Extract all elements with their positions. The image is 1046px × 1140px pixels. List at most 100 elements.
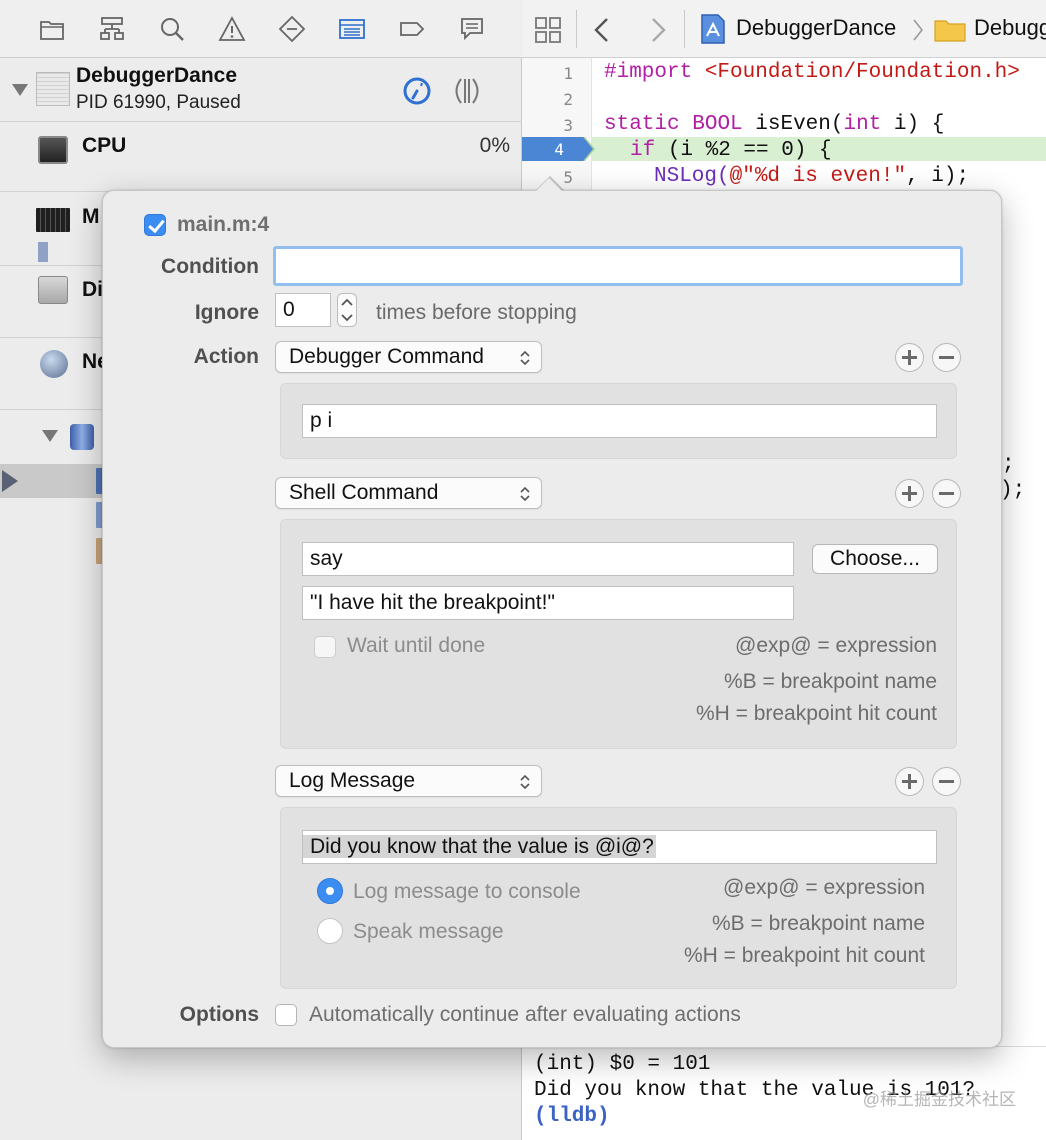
report-navigator-speech-bubble-icon[interactable] <box>454 12 490 46</box>
code-token: , i); <box>906 165 970 188</box>
code-fragment: ; <box>1002 453 1015 476</box>
disclosure-triangle-icon[interactable] <box>42 430 58 442</box>
ignore-suffix: times before stopping <box>376 301 577 324</box>
view-options-icon[interactable] <box>450 76 484 106</box>
breadcrumb-project[interactable]: DebuggerDance <box>736 15 896 41</box>
remove-action-button[interactable] <box>932 479 961 508</box>
find-navigator-search-icon[interactable] <box>154 12 190 46</box>
shell-arguments-field[interactable]: "I have hit the breakpoint!" <box>302 586 794 620</box>
process-name: DebuggerDance <box>76 64 238 87</box>
line-number: 3 <box>563 116 573 135</box>
shell-command-box: say Choose... "I have hit the breakpoint… <box>280 519 957 749</box>
code-token: isEven( <box>742 113 844 136</box>
auto-continue-checkbox[interactable] <box>275 1004 297 1026</box>
ignore-label: Ignore <box>194 301 259 324</box>
log-message-field[interactable]: Did you know that the value is @i@? <box>302 830 937 864</box>
folder-icon <box>934 20 966 42</box>
hint-breakpoint-name: %B = breakpoint name <box>723 670 937 693</box>
code-token: BOOL <box>692 113 743 136</box>
disclosure-triangle-icon[interactable] <box>12 84 28 96</box>
code-line-5[interactable]: NSLog(@"%d is even!", i); <box>654 165 969 188</box>
navigator-selector-bar <box>0 0 522 58</box>
action-label: Action <box>193 345 259 368</box>
breakpoint-enabled-checkbox[interactable] <box>144 214 166 236</box>
choose-button[interactable]: Choose... <box>812 544 938 574</box>
log-to-console-label: Log message to console <box>353 880 581 903</box>
code-fragment: ); <box>1000 479 1026 502</box>
code-token: (i %2 == 0) { <box>655 139 832 162</box>
gauge-label: CPU <box>82 134 127 157</box>
cpu-value: 0% <box>479 134 510 157</box>
breadcrumb-folder[interactable]: Debugg <box>974 15 1046 41</box>
action-type-popup[interactable]: Debugger Command <box>275 341 542 373</box>
hint-hit-count: %H = breakpoint hit count <box>683 944 925 967</box>
code-token: i) { <box>881 113 945 136</box>
separator <box>576 10 577 48</box>
wait-until-done-label: Wait until done <box>347 634 486 657</box>
breakpoint-navigator-tag-icon[interactable] <box>394 12 430 46</box>
popup-label: Log Message <box>289 769 416 792</box>
action-type-popup[interactable]: Log Message <box>275 765 542 797</box>
process-row[interactable]: DebuggerDance PID 61990, Paused <box>0 58 522 122</box>
popup-arrows-icon <box>520 774 530 790</box>
breakpoint-location: main.m:4 <box>177 213 270 236</box>
symbol-navigator-hierarchy-icon[interactable] <box>94 12 130 46</box>
memory-chip-icon <box>36 208 70 232</box>
code-line-4[interactable]: if (i %2 == 0) { <box>630 139 832 162</box>
debug-navigator-icon[interactable] <box>334 12 370 46</box>
action-type-popup[interactable]: Shell Command <box>275 477 542 509</box>
process-status: PID 61990, Paused <box>76 92 241 113</box>
popup-label: Shell Command <box>289 481 439 504</box>
project-navigator-folder-icon[interactable] <box>34 12 70 46</box>
debugger-command-field[interactable]: p i <box>302 404 937 438</box>
debug-gauges-icon[interactable] <box>402 76 432 106</box>
debug-console[interactable]: (int) $0 = 101 Did you know that the val… <box>522 1046 1046 1140</box>
popover-arrow-fill <box>536 178 562 191</box>
condition-field[interactable] <box>273 246 963 286</box>
gauge-label: Di <box>82 278 103 301</box>
console-output-line: (int) $0 = 101 <box>534 1053 711 1076</box>
popup-label: Debugger Command <box>289 345 484 368</box>
add-action-button[interactable] <box>895 343 924 372</box>
ignore-count-field[interactable]: 0 <box>275 293 331 327</box>
add-action-button[interactable] <box>895 767 924 796</box>
speak-message-label: Speak message <box>353 920 504 943</box>
project-file-icon <box>701 14 725 44</box>
back-chevron-icon[interactable] <box>592 16 612 44</box>
issue-navigator-warning-icon[interactable] <box>214 12 250 46</box>
cpu-chip-icon <box>38 136 68 164</box>
test-navigator-diamond-icon[interactable] <box>274 12 310 46</box>
forward-chevron-icon[interactable] <box>648 16 668 44</box>
disk-icon <box>38 276 68 304</box>
gauge-label: M <box>82 205 100 228</box>
options-label: Options <box>179 1003 259 1026</box>
line-number: 1 <box>563 64 573 83</box>
shell-command-field[interactable]: say <box>302 542 794 576</box>
gauge-row-cpu[interactable]: CPU 0% <box>0 122 522 192</box>
lldb-prompt[interactable]: (lldb) <box>534 1105 610 1128</box>
popup-arrows-icon <box>520 486 530 502</box>
remove-action-button[interactable] <box>932 767 961 796</box>
log-to-console-radio[interactable] <box>317 878 343 904</box>
code-token: int <box>843 113 882 136</box>
thread-spool-icon <box>70 424 94 450</box>
breakpoint-editor-popover: main.m:4 Condition Ignore 0 times before… <box>102 178 1002 1048</box>
hint-hit-count: %H = breakpoint hit count <box>695 702 937 725</box>
code-line-3[interactable]: static BOOL isEven(int i) { <box>604 113 944 136</box>
debugger-command-box: p i <box>280 383 957 459</box>
wait-until-done-checkbox[interactable] <box>314 636 336 658</box>
network-globe-icon <box>40 350 68 378</box>
code-token: <Foundation/Foundation.h> <box>704 61 1020 84</box>
log-message-box: Did you know that the value is @i@? Log … <box>280 807 957 989</box>
speak-message-radio[interactable] <box>317 918 343 944</box>
remove-action-button[interactable] <box>932 343 961 372</box>
related-items-grid-icon[interactable] <box>534 16 562 44</box>
ignore-count-stepper[interactable] <box>337 293 357 327</box>
separator <box>684 10 685 48</box>
hint-expression: @exp@ = expression <box>723 876 925 899</box>
code-token: if <box>630 139 656 162</box>
code-line-1[interactable]: #import <Foundation/Foundation.h> <box>604 61 1020 84</box>
add-action-button[interactable] <box>895 479 924 508</box>
popup-arrows-icon <box>520 350 530 366</box>
memory-usage-bar <box>38 242 48 262</box>
